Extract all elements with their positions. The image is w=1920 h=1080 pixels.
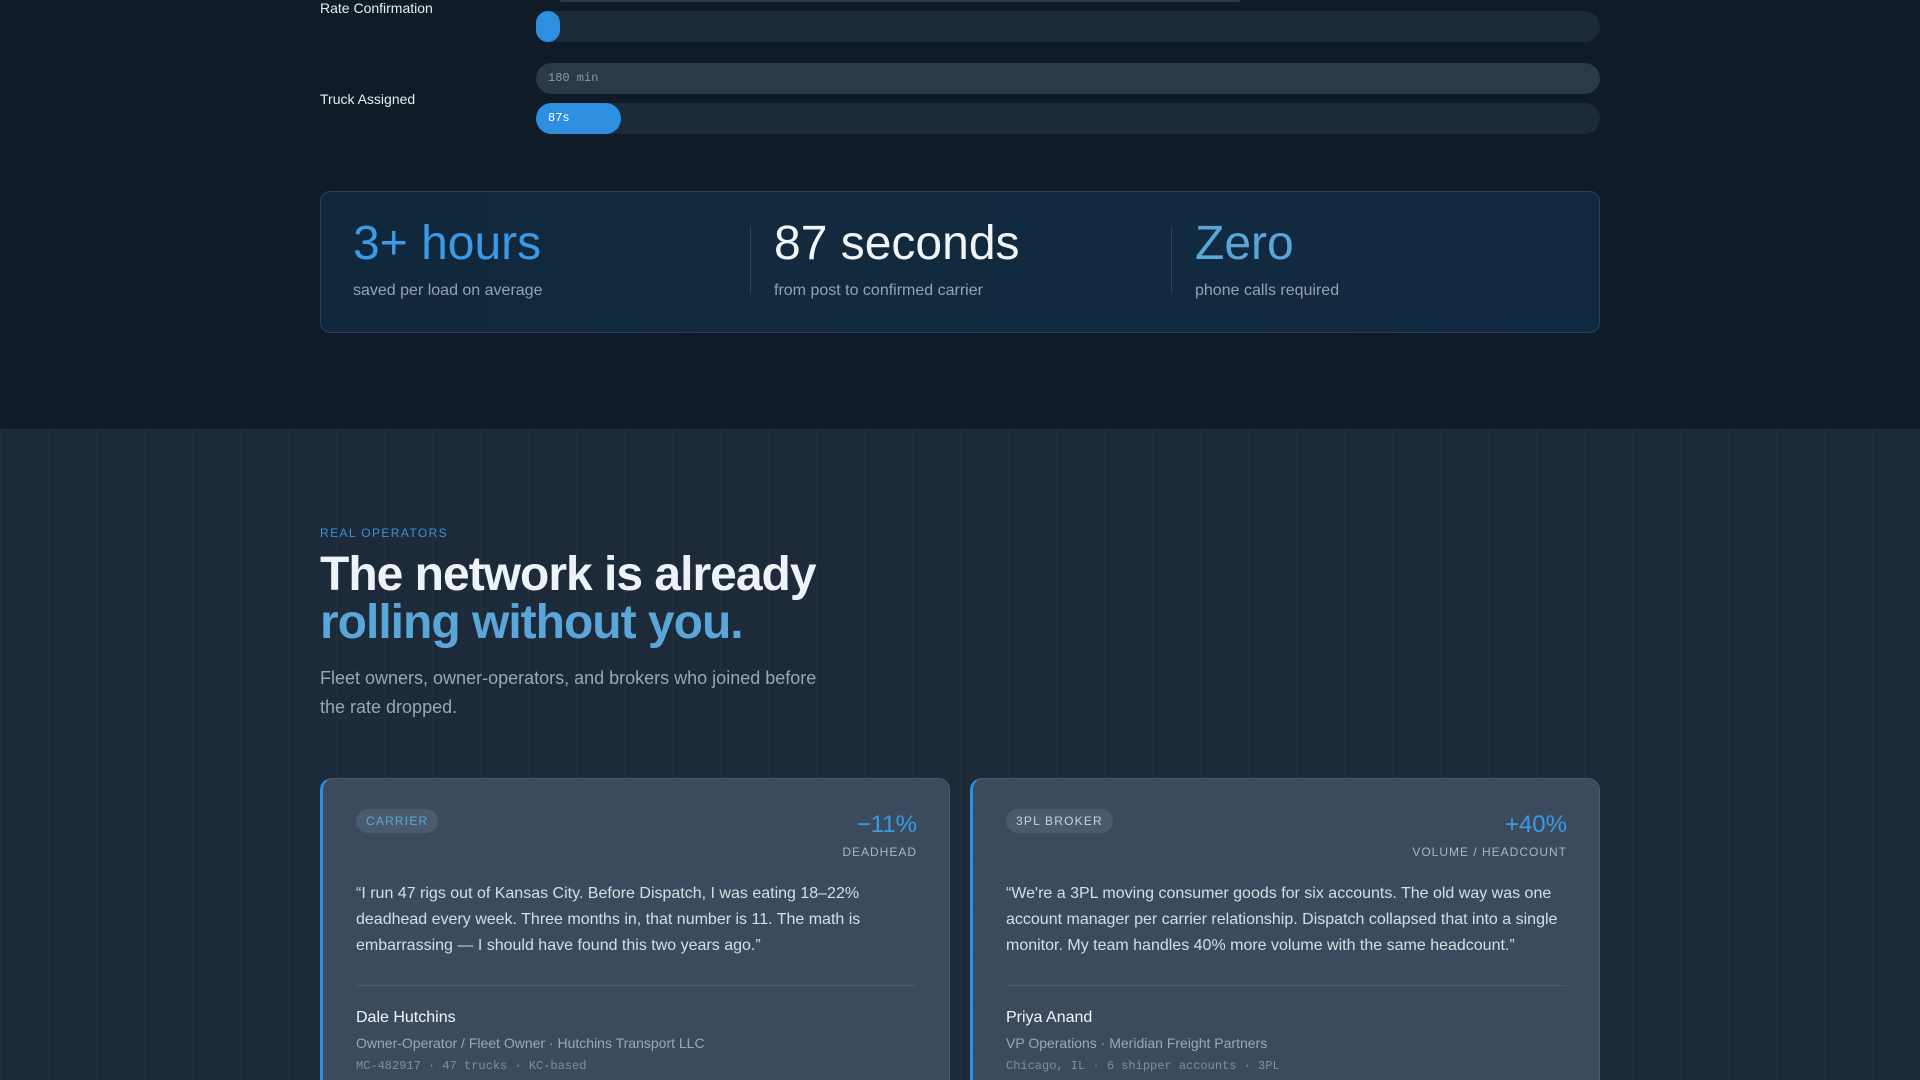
testimonial-quote: “I run 47 rigs out of Kansas City. Befor… [356,885,861,954]
rate-confirmation-after-bar [536,11,1600,42]
stat-hours: 3+ hours saved per load on average [353,220,542,300]
testimonial-metric: −11% DEADHEAD [842,811,917,860]
author-role: VP Operations · Meridian Freight Partner… [1006,1035,1268,1051]
testimonial-card-broker: 3PL BROKER +40% VOLUME / HEADCOUNT “We'r… [970,778,1600,1080]
stat-seconds: 87 seconds from post to confirmed carrie… [774,220,1020,300]
truck-assigned-before-bar: 180 min [536,63,1600,94]
testimonial-tag: CARRIER [356,809,439,833]
truck-assigned-after-bar: 87s [536,103,1600,134]
comparison-section: Rate Confirmation Truck Assigned 180 min… [0,0,1920,429]
testimonial-card-carrier: CARRIER −11% DEADHEAD “I run 47 rigs out… [320,778,950,1080]
headline-line-2: rolling without you. [320,596,744,649]
section-headline: The network is already rolling without y… [320,548,817,649]
headline-line-1: The network is already [320,548,817,601]
truck-assigned-after-fill: 87s [536,103,621,134]
metric-value: −11% [856,811,917,838]
section-eyebrow: REAL OPERATORS [320,526,449,540]
testimonials-section: REAL OPERATORS The network is already ro… [0,429,1920,1080]
stat-divider [750,227,751,293]
row-label-rate-confirmation: Rate Confirmation [320,0,433,16]
stat-value: 87 seconds [774,217,1020,270]
author-meta: Chicago, IL · 6 shipper accounts · 3PL [1006,1059,1280,1073]
stat-value: Zero [1195,217,1294,270]
stats-panel: 3+ hours saved per load on average 87 se… [320,191,1600,333]
author-name: Dale Hutchins [356,1009,456,1026]
stat-divider [1171,227,1172,293]
stat-phone-calls: Zero phone calls required [1195,220,1339,300]
stat-caption: from post to confirmed carrier [774,282,983,299]
truck-assigned-after-text: 87s [548,111,570,125]
testimonial-tag: 3PL BROKER [1006,809,1113,833]
author-meta: MC-482917 · 47 trucks · KC-based [356,1059,587,1073]
metric-label: VOLUME / HEADCOUNT [1412,845,1567,859]
testimonial-metric: +40% VOLUME / HEADCOUNT [1412,811,1567,860]
metric-value: +40% [1504,811,1567,838]
partial-bar-edge [560,0,1240,2]
section-lede: Fleet owners, owner-operators, and broke… [320,668,817,717]
rate-confirmation-after-fill [536,11,560,42]
stat-caption: saved per load on average [353,282,543,299]
author-role: Owner-Operator / Fleet Owner · Hutchins … [356,1035,705,1051]
testimonial-quote: “We're a 3PL moving consumer goods for s… [1006,885,1558,954]
author-name: Priya Anand [1006,1009,1093,1026]
stat-caption: phone calls required [1195,282,1340,299]
metric-label: DEADHEAD [842,845,917,859]
card-divider [1006,985,1566,986]
truck-assigned-before-text: 180 min [548,71,599,85]
card-divider [356,985,916,986]
stat-value: 3+ hours [353,217,542,270]
testimonial-author: Dale Hutchins Owner-Operator / Fleet Own… [356,1009,705,1073]
row-label-truck-assigned: Truck Assigned [320,91,416,107]
testimonial-author: Priya Anand VP Operations · Meridian Fre… [1006,1009,1280,1073]
